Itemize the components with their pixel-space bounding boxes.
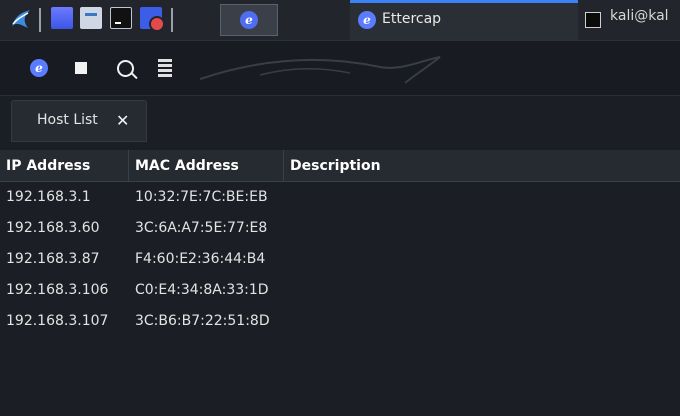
- file-manager-icon[interactable]: [80, 7, 102, 29]
- table-row[interactable]: 192.168.3.107 3C:B6:B7:22:51:8D: [0, 306, 680, 337]
- mac-cell: C0:E4:34:8A:33:1D: [135, 282, 269, 298]
- ip-cell: 192.168.3.107: [6, 313, 109, 329]
- terminal-icon: [585, 12, 601, 28]
- table-row[interactable]: 192.168.3.106 C0:E4:34:8A:33:1D: [0, 275, 680, 306]
- taskbar-separator: [39, 8, 41, 32]
- scan-hosts-button[interactable]: [111, 54, 139, 82]
- ettercap-logo-icon[interactable]: e: [25, 54, 53, 82]
- search-icon: [116, 59, 134, 77]
- stop-icon: [75, 62, 87, 74]
- screen-recorder-icon[interactable]: [140, 7, 165, 32]
- mac-cell: 3C:6A:A7:5E:77:E8: [135, 220, 268, 236]
- table-row[interactable]: 192.168.3.60 3C:6A:A7:5E:77:E8: [0, 213, 680, 244]
- task-label: kali@kal: [610, 8, 669, 24]
- stop-sniffing-button[interactable]: [67, 54, 95, 82]
- toolbar: e: [0, 41, 680, 96]
- table-row[interactable]: 192.168.3.1 10:32:7E:7C:BE:EB: [0, 182, 680, 213]
- desktop-icon[interactable]: [51, 7, 73, 29]
- kali-dragon-watermark: [200, 56, 441, 84]
- terminal-icon[interactable]: [110, 7, 132, 29]
- mac-cell: 3C:B6:B7:22:51:8D: [135, 313, 270, 329]
- active-workspace-task[interactable]: e: [220, 4, 278, 36]
- tab-bar: Host List ✕: [0, 96, 680, 150]
- ip-cell: 192.168.3.106: [6, 282, 109, 298]
- host-list-button[interactable]: [151, 54, 179, 82]
- taskbar-separator: [171, 8, 173, 32]
- close-icon[interactable]: ✕: [116, 111, 129, 130]
- table-header: IP Address MAC Address Description: [0, 150, 680, 182]
- mac-cell: F4:60:E2:36:44:B4: [135, 251, 266, 267]
- column-header-mac[interactable]: MAC Address: [129, 150, 284, 182]
- ettercap-icon: e: [240, 11, 258, 29]
- tab-host-list[interactable]: Host List ✕: [11, 100, 147, 142]
- ip-cell: 192.168.3.1: [6, 189, 91, 205]
- column-header-description[interactable]: Description: [284, 150, 680, 182]
- task-label: Ettercap: [382, 11, 442, 27]
- taskbar-task-ettercap[interactable]: e Ettercap: [350, 0, 578, 40]
- table-row[interactable]: 192.168.3.87 F4:60:E2:36:44:B4: [0, 244, 680, 275]
- column-header-ip[interactable]: IP Address: [0, 150, 129, 182]
- ip-cell: 192.168.3.87: [6, 251, 100, 267]
- ettercap-icon: e: [30, 59, 48, 77]
- taskbar: e e Ettercap kali@kal: [0, 0, 680, 41]
- ettercap-icon: e: [358, 11, 376, 29]
- mac-cell: 10:32:7E:7C:BE:EB: [135, 189, 268, 205]
- ip-cell: 192.168.3.60: [6, 220, 100, 236]
- kali-menu-icon[interactable]: [10, 6, 32, 32]
- taskbar-task-terminal[interactable]: kali@kal: [580, 0, 680, 40]
- server-icon: [158, 59, 172, 77]
- tab-label: Host List: [37, 112, 98, 128]
- host-table: IP Address MAC Address Description 192.1…: [0, 150, 680, 416]
